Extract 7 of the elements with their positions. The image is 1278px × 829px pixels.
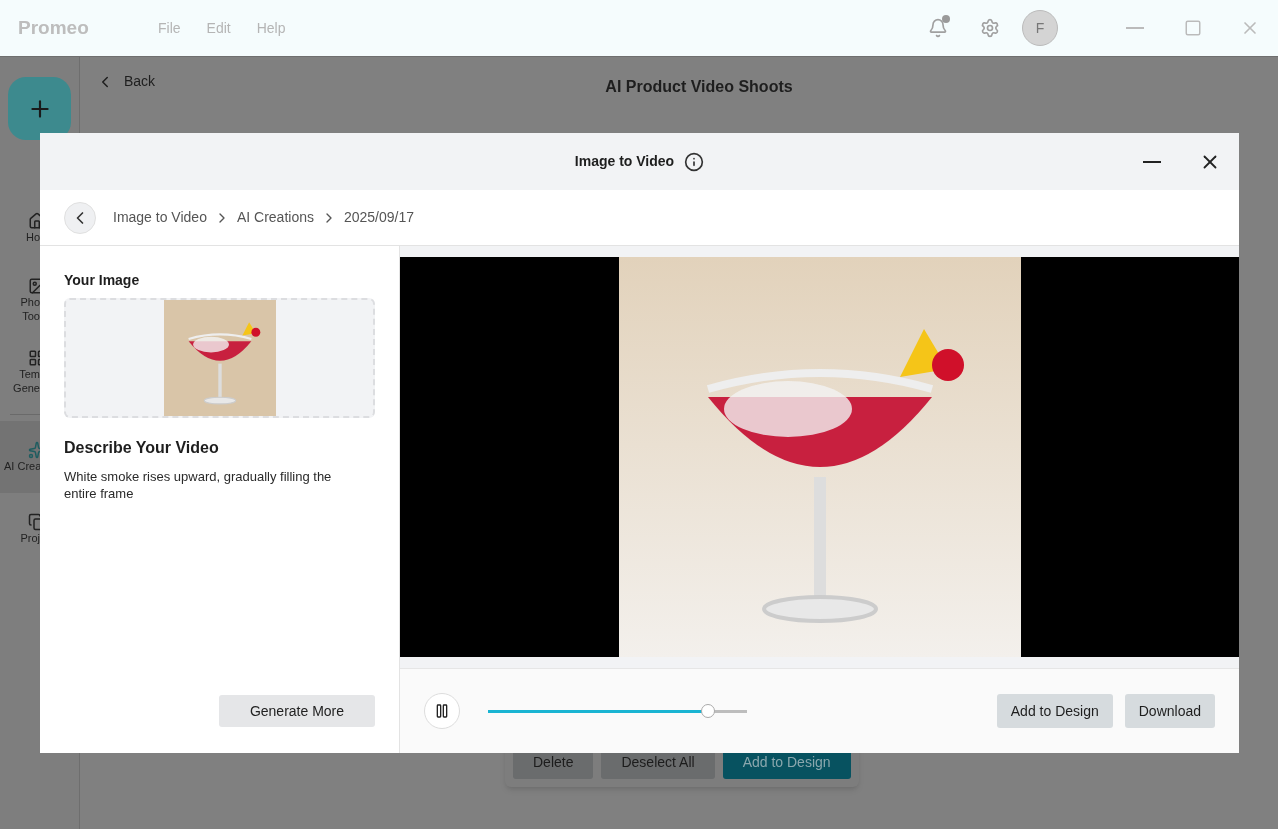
dialog-title: Image to Video	[574, 152, 675, 171]
page-title: AI Product Video Shoots	[605, 77, 793, 97]
video-description: White smoke rises upward, gradually filling the entire frame	[64, 468, 333, 502]
back-label: Back	[124, 72, 156, 91]
section-label: Describe Your Video	[64, 438, 220, 458]
section-label: Your Image	[64, 271, 141, 290]
app-name: Promeo	[18, 15, 90, 40]
